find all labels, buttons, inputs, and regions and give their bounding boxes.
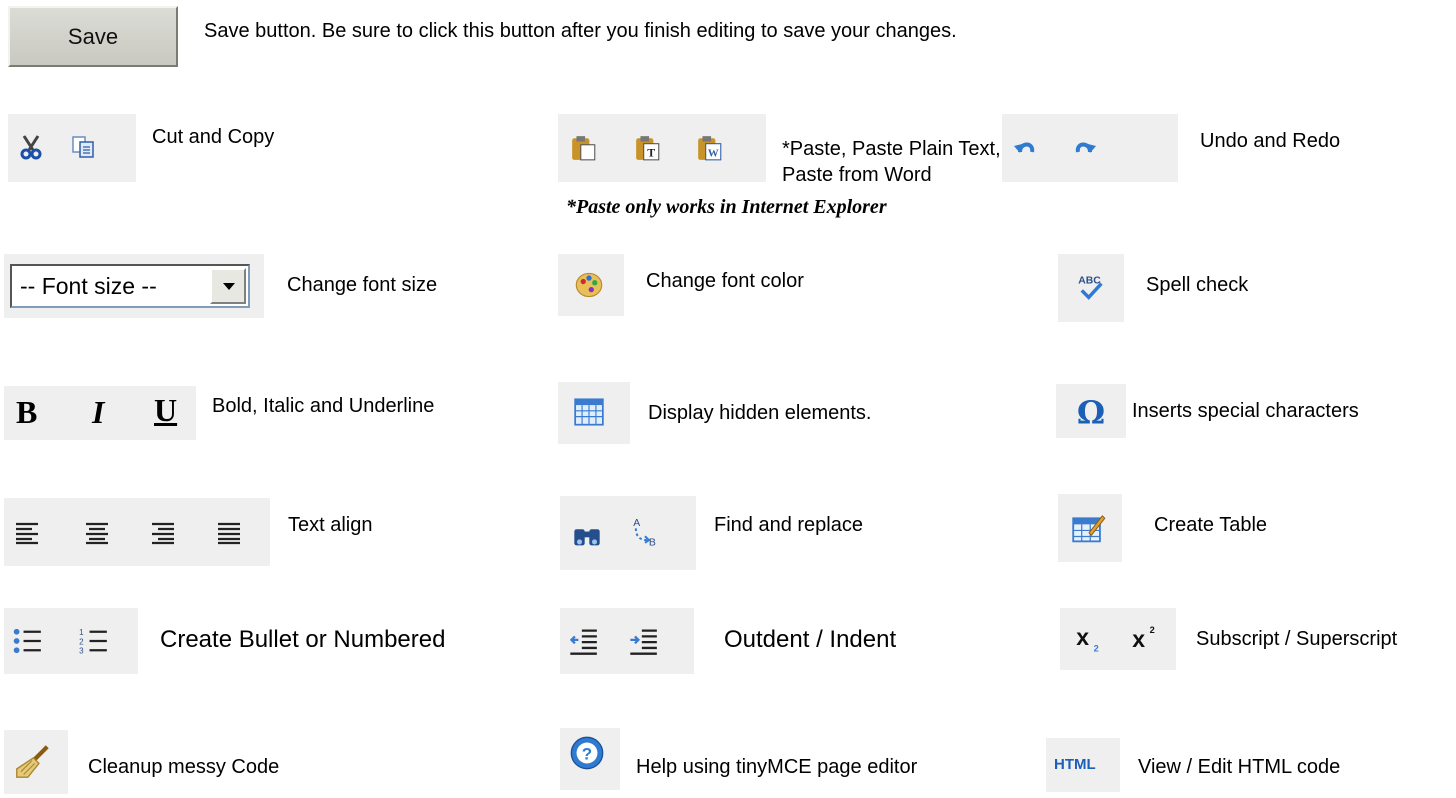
find-icon[interactable] — [572, 520, 602, 550]
cleanup-label: Cleanup messy Code — [88, 756, 280, 778]
list-label: Create Bullet or Numbered — [160, 626, 446, 653]
underline-icon[interactable]: U — [154, 392, 177, 429]
align-justify-icon[interactable] — [216, 520, 242, 546]
font-color-icon[interactable] — [574, 270, 604, 300]
paste-icon[interactable] — [570, 134, 598, 162]
align-left-icon[interactable] — [14, 520, 40, 546]
italic-icon[interactable]: I — [92, 394, 104, 431]
find-replace-strip: A B — [560, 496, 696, 570]
bold-icon[interactable]: B — [16, 394, 37, 431]
svg-text:T: T — [647, 146, 655, 160]
format-label: Bold, Italic and Underline — [212, 395, 435, 417]
text-align-label: Text align — [288, 514, 373, 536]
font-size-select[interactable]: -- Font size -- — [10, 264, 250, 308]
special-chars-strip: Ω — [1056, 384, 1126, 438]
font-size-label: Change font size — [287, 274, 438, 296]
html-icon[interactable]: HTML — [1054, 756, 1096, 773]
list-strip: 1 2 3 — [4, 608, 138, 674]
svg-text:2: 2 — [79, 637, 84, 646]
indent-icon[interactable] — [628, 626, 658, 656]
help-label: Help using tinyMCE page editor — [636, 756, 918, 778]
paste-label-line1: *Paste, Paste Plain Text, — [782, 138, 1001, 160]
outdent-icon[interactable] — [568, 626, 598, 656]
spellcheck-strip: ABC — [1058, 254, 1124, 322]
hidden-elements-label: Display hidden elements. — [648, 402, 872, 424]
subscript-icon[interactable]: x 2 — [1074, 624, 1104, 654]
format-strip: B I U — [4, 386, 196, 440]
svg-text:?: ? — [582, 745, 592, 764]
create-table-label: Create Table — [1154, 514, 1268, 536]
html-label: View / Edit HTML code — [1138, 756, 1341, 778]
svg-text:x: x — [1076, 624, 1089, 650]
paste-word-icon[interactable]: W — [696, 134, 724, 162]
spellcheck-label: Spell check — [1146, 274, 1249, 296]
svg-text:2: 2 — [1094, 644, 1099, 654]
replace-icon[interactable]: A B — [628, 514, 662, 548]
svg-text:W: W — [708, 148, 719, 160]
save-description: Save button. Be sure to click this butto… — [204, 20, 957, 42]
indent-strip — [560, 608, 694, 674]
svg-text:2: 2 — [1150, 625, 1155, 635]
paste-text-icon[interactable]: T — [634, 134, 662, 162]
align-strip — [4, 498, 270, 566]
copy-icon[interactable] — [70, 134, 96, 160]
special-chars-label: Inserts special characters — [1132, 400, 1359, 422]
cut-copy-label: Cut and Copy — [152, 126, 275, 148]
undo-redo-strip — [1002, 114, 1178, 182]
bullet-list-icon[interactable] — [12, 626, 42, 656]
svg-text:x: x — [1132, 626, 1145, 652]
hidden-elements-icon[interactable] — [574, 398, 604, 426]
indent-label: Outdent / Indent — [724, 626, 897, 653]
font-size-select-value: -- Font size -- — [20, 273, 157, 299]
broom-icon[interactable] — [14, 744, 50, 780]
chevron-down-icon[interactable] — [210, 268, 246, 304]
cleanup-strip — [4, 730, 68, 794]
find-replace-label: Find and replace — [714, 514, 863, 536]
svg-text:Ω: Ω — [1077, 396, 1105, 428]
font-color-strip — [558, 254, 624, 316]
svg-text:B: B — [649, 537, 656, 548]
svg-text:3: 3 — [79, 647, 84, 656]
scissors-icon[interactable] — [18, 134, 44, 160]
undo-icon[interactable] — [1012, 134, 1038, 160]
paste-strip: T W — [558, 114, 766, 182]
save-button[interactable]: Save — [8, 6, 178, 67]
paste-label-line2: Paste from Word — [782, 164, 932, 186]
align-center-icon[interactable] — [84, 520, 110, 546]
help-icon[interactable]: ? — [570, 736, 604, 770]
undo-redo-label: Undo and Redo — [1200, 130, 1341, 152]
spellcheck-icon[interactable]: ABC — [1076, 272, 1106, 302]
font-color-label: Change font color — [646, 270, 804, 292]
help-strip: ? — [560, 728, 620, 790]
table-icon[interactable] — [1072, 512, 1106, 544]
superscript-icon[interactable]: x 2 — [1130, 624, 1160, 654]
redo-icon[interactable] — [1072, 134, 1098, 160]
align-right-icon[interactable] — [150, 520, 176, 546]
svg-text:1: 1 — [79, 628, 84, 637]
script-label: Subscript / Superscript — [1196, 628, 1398, 650]
omega-icon[interactable]: Ω — [1074, 396, 1108, 428]
create-table-strip — [1058, 494, 1122, 562]
html-strip: HTML — [1046, 738, 1120, 792]
svg-text:A: A — [633, 518, 640, 529]
paste-note: *Paste only works in Internet Explorer — [566, 196, 887, 218]
cut-copy-strip — [8, 114, 136, 182]
numbered-list-icon[interactable]: 1 2 3 — [78, 626, 108, 656]
script-strip: x 2 x 2 — [1060, 608, 1176, 670]
hidden-elements-strip — [558, 382, 630, 444]
